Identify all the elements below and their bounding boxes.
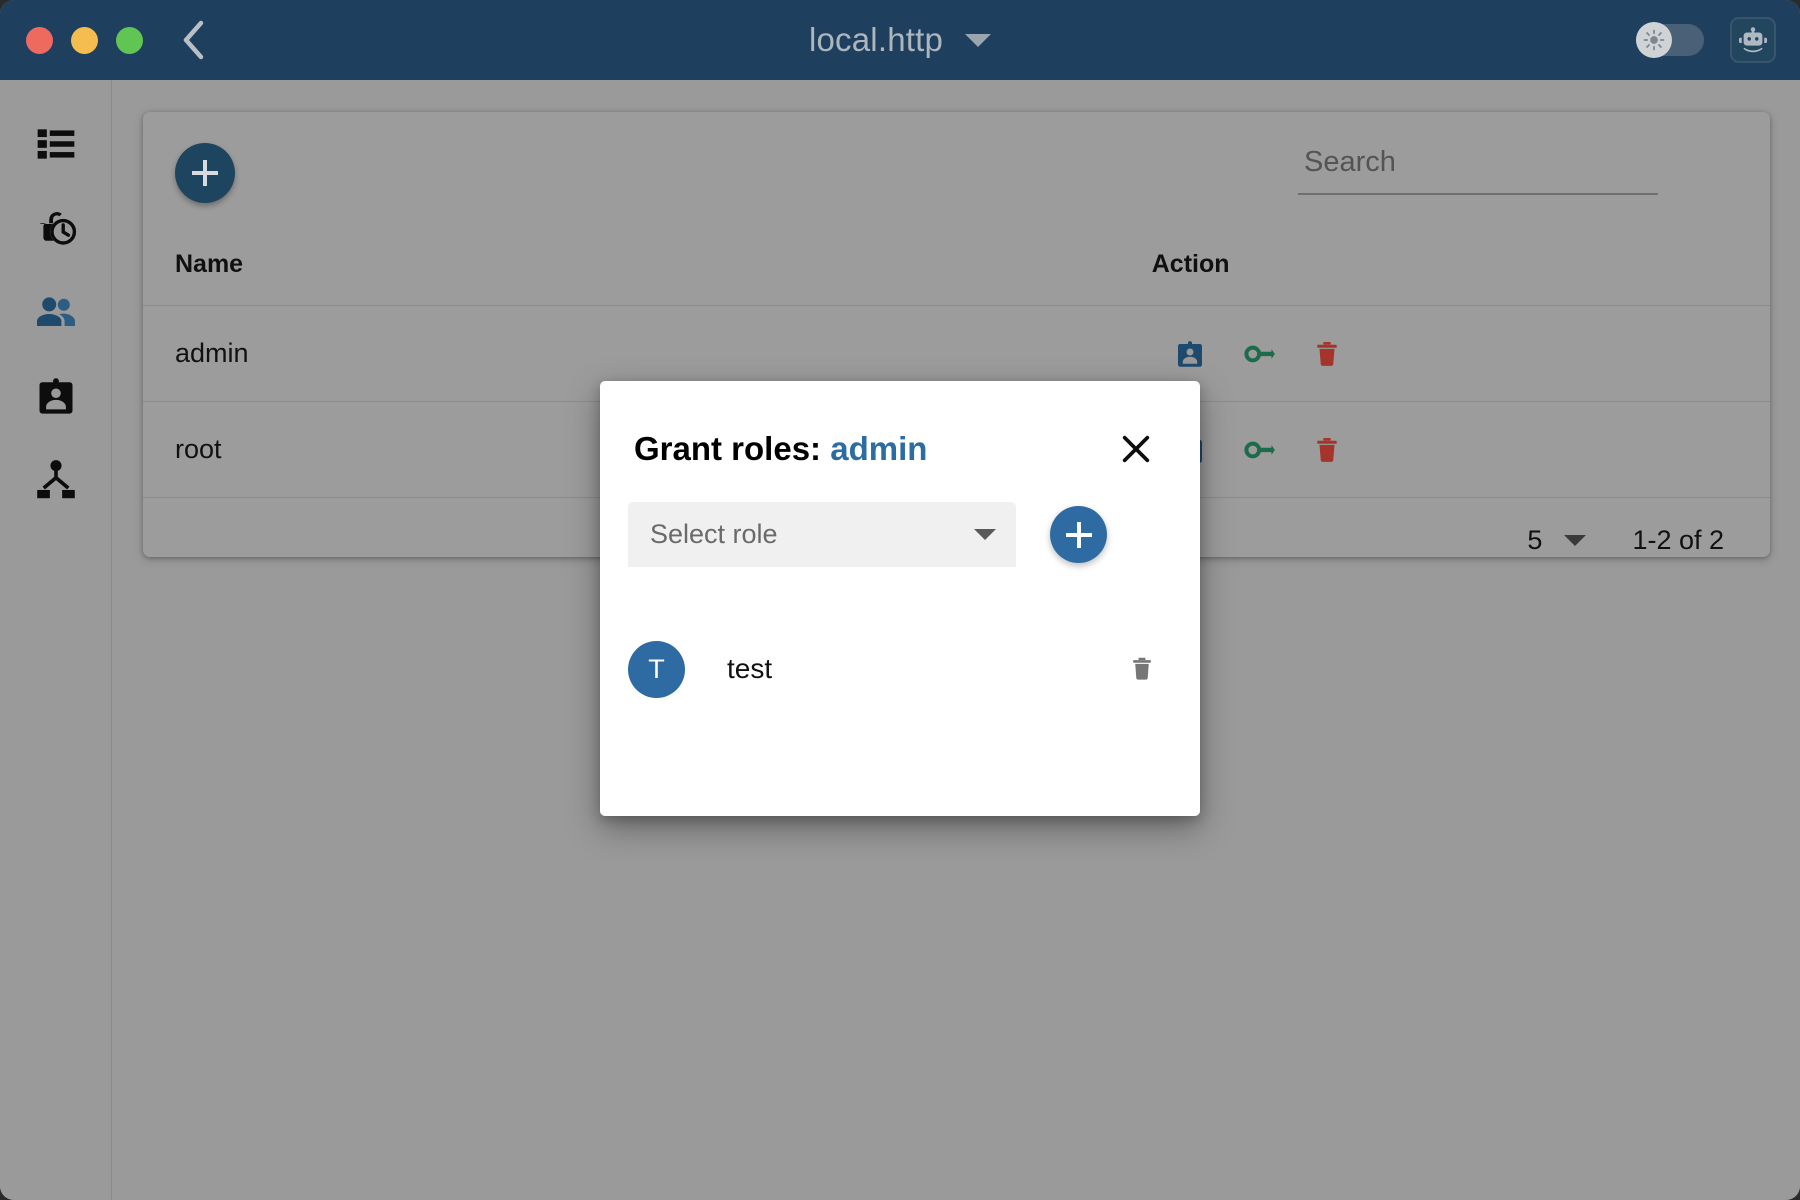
key-icon [1244, 345, 1275, 362]
people-icon [37, 297, 75, 326]
maximize-window-button[interactable] [116, 26, 143, 54]
badge-icon [39, 378, 73, 414]
role-selection-row: Select role [600, 469, 1200, 567]
table-header-row: Name Action [143, 250, 1770, 306]
delete-user-button[interactable] [1312, 435, 1342, 465]
cell-actions [1151, 305, 1770, 402]
grant-roles-button[interactable] [1242, 337, 1276, 371]
row-action-group [1152, 337, 1770, 371]
theme-toggle[interactable] [1636, 22, 1704, 58]
titlebar-actions [1636, 0, 1776, 80]
chevron-down-icon[interactable] [965, 33, 992, 47]
trash-icon [1316, 341, 1337, 366]
dialog-title-prefix: Grant roles: [634, 430, 822, 467]
dialog-title-subject: admin [830, 430, 928, 467]
grant-roles-dialog: Grant roles: admin Select role T test [600, 381, 1200, 816]
account-tree-icon [37, 460, 75, 499]
theme-toggle-knob [1636, 22, 1672, 58]
page-range-label: 1-2 of 2 [1632, 524, 1724, 555]
app-window: local.http Search Name Action admin root… [0, 0, 1800, 1200]
sidebar [0, 80, 112, 1200]
table-toolbar [143, 112, 1770, 250]
robot-icon [1739, 27, 1767, 53]
sidebar-item-list[interactable] [0, 102, 112, 186]
search-input[interactable] [1298, 140, 1658, 193]
sidebar-item-hierarchy[interactable] [0, 438, 112, 522]
dialog-title: Grant roles: admin [634, 430, 927, 468]
plus-icon [192, 160, 218, 186]
lock-clock-icon [40, 212, 77, 245]
column-header-action: Action [1151, 250, 1770, 306]
back-button[interactable] [171, 17, 217, 63]
list-item[interactable]: T test [600, 633, 1200, 705]
sun-icon [1643, 29, 1665, 51]
window-title: local.http [808, 21, 944, 58]
cell-actions [1151, 401, 1770, 498]
profile-badge-button[interactable] [1174, 338, 1206, 370]
trash-icon [1133, 657, 1151, 680]
column-header-name: Name [143, 250, 1152, 306]
add-role-button[interactable] [1050, 506, 1107, 563]
remove-role-button[interactable] [1128, 655, 1156, 683]
delete-user-button[interactable] [1312, 339, 1342, 369]
sidebar-item-sessions[interactable] [0, 186, 112, 270]
role-name: test [727, 653, 773, 684]
key-icon [1244, 441, 1275, 458]
close-window-button[interactable] [26, 26, 53, 54]
add-user-button[interactable] [175, 143, 235, 203]
close-icon [1122, 435, 1150, 463]
page-size-value[interactable]: 5 [1527, 525, 1542, 556]
role-select[interactable]: Select role [628, 502, 1016, 567]
chevron-down-icon[interactable] [1564, 534, 1587, 546]
minimize-window-button[interactable] [71, 26, 98, 54]
body-area: Name Action admin [0, 80, 1800, 1200]
chevron-left-icon [183, 20, 204, 60]
titlebar: local.http [0, 0, 1800, 80]
grant-roles-button[interactable] [1242, 433, 1276, 467]
badge-icon [1177, 340, 1202, 367]
plus-icon [1065, 521, 1092, 548]
role-select-placeholder: Select role [650, 519, 778, 549]
dialog-header: Grant roles: admin [600, 381, 1200, 469]
search-field [1298, 140, 1658, 195]
avatar: T [628, 640, 685, 698]
granted-roles-list: T test [600, 567, 1200, 705]
sidebar-item-users[interactable] [0, 270, 112, 354]
traffic-lights [26, 26, 143, 54]
table-head: Name Action [143, 250, 1770, 306]
window-title-group: local.http [0, 0, 1800, 80]
close-dialog-button[interactable] [1116, 429, 1156, 469]
row-action-group [1152, 433, 1770, 467]
list-icon [37, 129, 75, 159]
sidebar-item-roles[interactable] [0, 354, 112, 438]
trash-icon [1316, 437, 1337, 462]
chevron-down-icon [974, 529, 996, 540]
robot-assistant-button[interactable] [1730, 17, 1776, 63]
search-underline [1298, 193, 1658, 195]
